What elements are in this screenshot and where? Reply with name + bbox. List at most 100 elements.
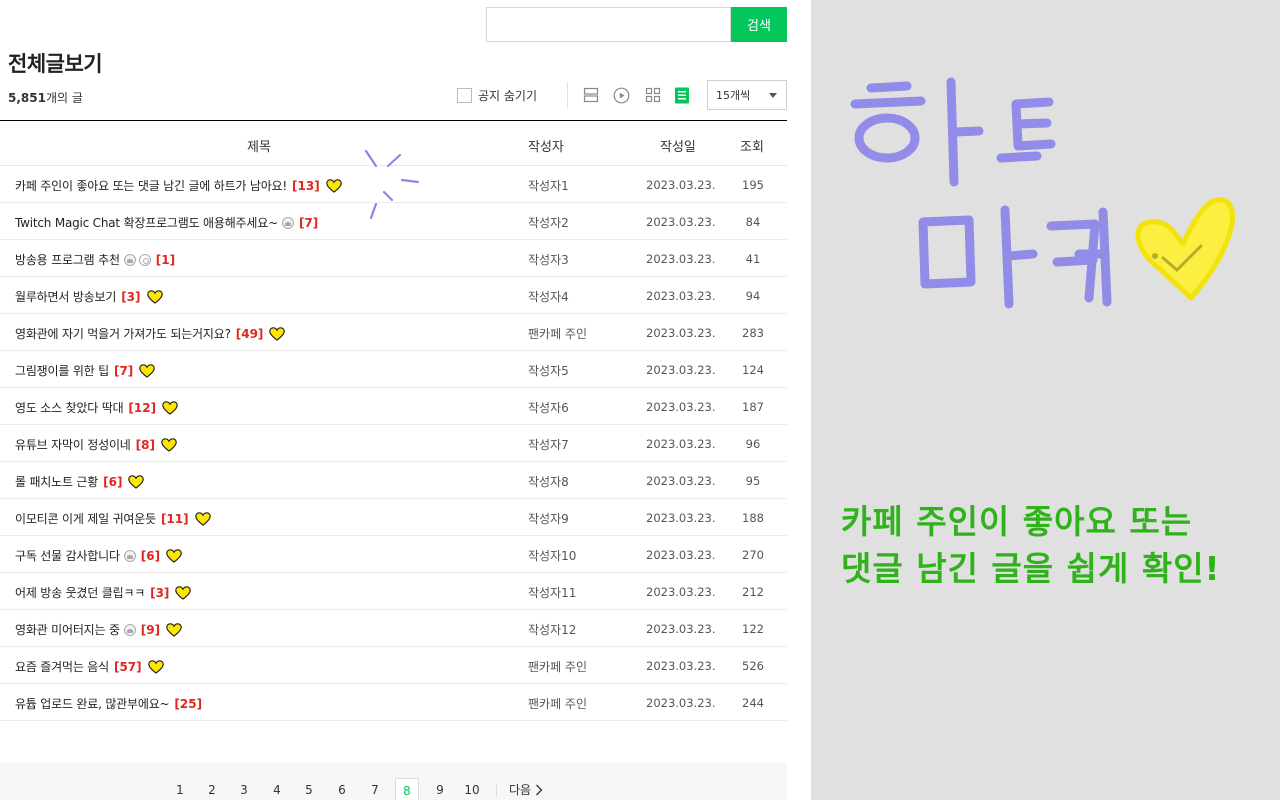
page-8-button[interactable]: 8 xyxy=(395,778,419,800)
post-title-link[interactable]: 요즘 즐겨먹는 음식 [57] xyxy=(15,658,164,675)
promo-panel: 카페 주인이 좋아요 또는 댓글 남긴 글을 쉽게 확인! xyxy=(811,0,1280,800)
per-page-select[interactable]: 15개씩 xyxy=(707,80,787,110)
heart-icon xyxy=(325,178,342,193)
comment-count-link[interactable]: [6] xyxy=(141,549,160,563)
comment-count-link[interactable]: [25] xyxy=(174,697,202,711)
comment-count-link[interactable]: [7] xyxy=(299,216,318,230)
heart-icon xyxy=(166,548,182,563)
post-author[interactable]: 작성자7 xyxy=(528,436,569,453)
table-row[interactable]: 영화관 미어터지는 중 [9] 작성자12 2023.03.23. 122 xyxy=(0,610,787,647)
next-page-button[interactable]: 다음 xyxy=(509,778,543,800)
comment-count-link[interactable]: [6] xyxy=(103,475,122,489)
post-title: 유튜브 자막이 정성이네 xyxy=(15,438,131,452)
post-author[interactable]: 작성자1 xyxy=(528,177,569,194)
comment-count-link[interactable]: [57] xyxy=(114,660,142,674)
post-title: 영화관에 자기 먹을거 가져가도 되는거지요? xyxy=(15,327,231,341)
comment-count-link[interactable]: [11] xyxy=(161,512,189,526)
post-title-link[interactable]: 영화관 미어터지는 중 [9] xyxy=(15,621,182,638)
page-3-button[interactable]: 3 xyxy=(232,778,256,800)
hide-notice-checkbox[interactable] xyxy=(457,88,472,103)
table-row[interactable]: 영화관에 자기 먹을거 가져가도 되는거지요? [49] 팬카페 주인 2023.03… xyxy=(0,314,787,351)
page-4-button[interactable]: 4 xyxy=(265,778,289,800)
post-date: 2023.03.23. xyxy=(646,178,716,192)
post-date: 2023.03.23. xyxy=(646,326,716,340)
post-views: 84 xyxy=(745,215,761,229)
heart-marker-handwritten-title xyxy=(850,77,1235,309)
hide-notice-toggle[interactable]: 공지 숨기기 xyxy=(457,87,537,104)
post-title: 요즘 즐겨먹는 음식 xyxy=(15,660,109,674)
post-list: 카페 주인이 좋아요 또는 댓글 남긴 글에 하트가 남아요! [13] 작성자1 2… xyxy=(0,166,787,721)
table-row[interactable]: 어제 방송 웃겼던 클립ㅋㅋ [3] 작성자11 2023.03.23. 212 xyxy=(0,573,787,610)
post-author[interactable]: 팬카페 주인 xyxy=(528,658,587,675)
post-title-link[interactable]: 월루하면서 방송보기 [3] xyxy=(15,288,163,305)
page-2-button[interactable]: 2 xyxy=(200,778,224,800)
page-1-button[interactable]: 1 xyxy=(168,778,192,800)
page-title: 전체글보기 xyxy=(8,52,103,76)
post-title-link[interactable]: 카페 주인이 좋아요 또는 댓글 남긴 글에 하트가 남아요! [13] xyxy=(15,177,342,194)
page-9-button[interactable]: 9 xyxy=(428,778,452,800)
post-views: 95 xyxy=(745,474,761,488)
comment-count-link[interactable]: [1] xyxy=(156,253,175,267)
post-title: 카페 주인이 좋아요 또는 댓글 남긴 글에 하트가 남아요! xyxy=(15,179,288,193)
page-5-button[interactable]: 5 xyxy=(297,778,321,800)
post-title-link[interactable]: 그림쟁이를 위한 팁 [7] xyxy=(15,362,156,379)
table-row[interactable]: 방송용 프로그램 추천 [1] 작성자3 2023.03.23. 41 xyxy=(0,240,787,277)
post-author[interactable]: 작성자11 xyxy=(528,584,576,601)
post-title-link[interactable]: 유튜브 자막이 정성이네 [8] xyxy=(15,436,177,453)
post-author[interactable]: 작성자2 xyxy=(528,214,569,231)
comment-count-link[interactable]: [8] xyxy=(136,438,155,452)
page-6-button[interactable]: 6 xyxy=(330,778,354,800)
post-title: 그림쟁이를 위한 팁 xyxy=(15,364,109,378)
post-author[interactable]: 작성자10 xyxy=(528,547,576,564)
post-title-link[interactable]: 유튭 업로드 완료, 많관부에요~ [25] xyxy=(15,695,202,712)
table-row[interactable]: 유튜브 자막이 정성이네 [8] 작성자7 2023.03.23. 96 xyxy=(0,425,787,462)
comment-count-link[interactable]: [13] xyxy=(292,179,320,193)
search-input[interactable] xyxy=(486,7,731,42)
table-row[interactable]: 요즘 즐겨먹는 음식 [57] 팬카페 주인 2023.03.23. 526 xyxy=(0,647,787,684)
post-views: 270 xyxy=(742,548,764,562)
post-title-link[interactable]: 이모티콘 이게 제일 귀여운듯 [11] xyxy=(15,510,211,527)
post-author[interactable]: 작성자12 xyxy=(528,621,576,638)
comment-count-link[interactable]: [3] xyxy=(150,586,169,600)
post-author[interactable]: 작성자9 xyxy=(528,510,569,527)
table-row[interactable]: 구독 선물 감사합니다 [6] 작성자10 2023.03.23. 270 xyxy=(0,536,787,573)
table-row[interactable]: 롤 패치노트 근황 [6] 작성자8 2023.03.23. 95 xyxy=(0,462,787,499)
post-author[interactable]: 작성자5 xyxy=(528,362,569,379)
post-author[interactable]: 작성자3 xyxy=(528,251,569,268)
page-10-button[interactable]: 10 xyxy=(460,778,484,800)
comment-count-link[interactable]: [49] xyxy=(236,327,264,341)
image-attachment-icon xyxy=(281,216,294,229)
play-view-icon[interactable] xyxy=(612,86,630,104)
post-author[interactable]: 작성자4 xyxy=(528,288,569,305)
post-title-link[interactable]: 롤 패치노트 근황 [6] xyxy=(15,473,145,490)
post-author[interactable]: 작성자8 xyxy=(528,473,569,490)
search-button[interactable]: 검색 xyxy=(731,7,787,42)
post-author[interactable]: 팬카페 주인 xyxy=(528,695,587,712)
table-row[interactable]: 월루하면서 방송보기 [3] 작성자4 2023.03.23. 94 xyxy=(0,277,787,314)
header-author: 작성자 xyxy=(528,140,564,155)
page-7-button[interactable]: 7 xyxy=(363,778,387,800)
post-title: 이모티콘 이게 제일 귀여운듯 xyxy=(15,512,156,526)
post-title-link[interactable]: 어제 방송 웃겼던 클립ㅋㅋ [3] xyxy=(15,584,192,601)
board-view-icon[interactable] xyxy=(673,86,691,104)
post-title-link[interactable]: 방송용 프로그램 추천 [1] xyxy=(15,251,175,268)
post-author[interactable]: 작성자6 xyxy=(528,399,569,416)
comment-count-link[interactable]: [9] xyxy=(141,623,160,637)
table-row[interactable]: 그림쟁이를 위한 팁 [7] 작성자5 2023.03.23. 124 xyxy=(0,351,787,388)
post-title-link[interactable]: 영화관에 자기 먹을거 가져가도 되는거지요? [49] xyxy=(15,325,286,342)
post-author[interactable]: 팬카페 주인 xyxy=(528,325,587,342)
post-title-link[interactable]: 구독 선물 감사합니다 [6] xyxy=(15,547,182,564)
post-title-link[interactable]: 영도 소스 찾았다 딱대 [12] xyxy=(15,399,178,416)
table-row[interactable]: 유튭 업로드 완료, 많관부에요~ [25] 팬카페 주인 2023.03.23. 24… xyxy=(0,684,787,721)
grid-view-icon[interactable] xyxy=(644,86,662,104)
comment-count-link[interactable]: [12] xyxy=(128,401,156,415)
table-row[interactable]: 영도 소스 찾았다 딱대 [12] 작성자6 2023.03.23. 187 xyxy=(0,388,787,425)
heart-icon xyxy=(166,622,182,637)
image-attachment-icon xyxy=(123,549,136,562)
table-row[interactable]: 이모티콘 이게 제일 귀여운듯 [11] 작성자9 2023.03.23. 188 xyxy=(0,499,787,536)
post-date: 2023.03.23. xyxy=(646,252,716,266)
comment-count-link[interactable]: [3] xyxy=(121,290,140,304)
post-title-link[interactable]: Twitch Magic Chat 확장프로그램도 애용해주세요~ [7] xyxy=(15,214,318,231)
list-view-icon[interactable] xyxy=(582,86,600,104)
comment-count-link[interactable]: [7] xyxy=(114,364,133,378)
